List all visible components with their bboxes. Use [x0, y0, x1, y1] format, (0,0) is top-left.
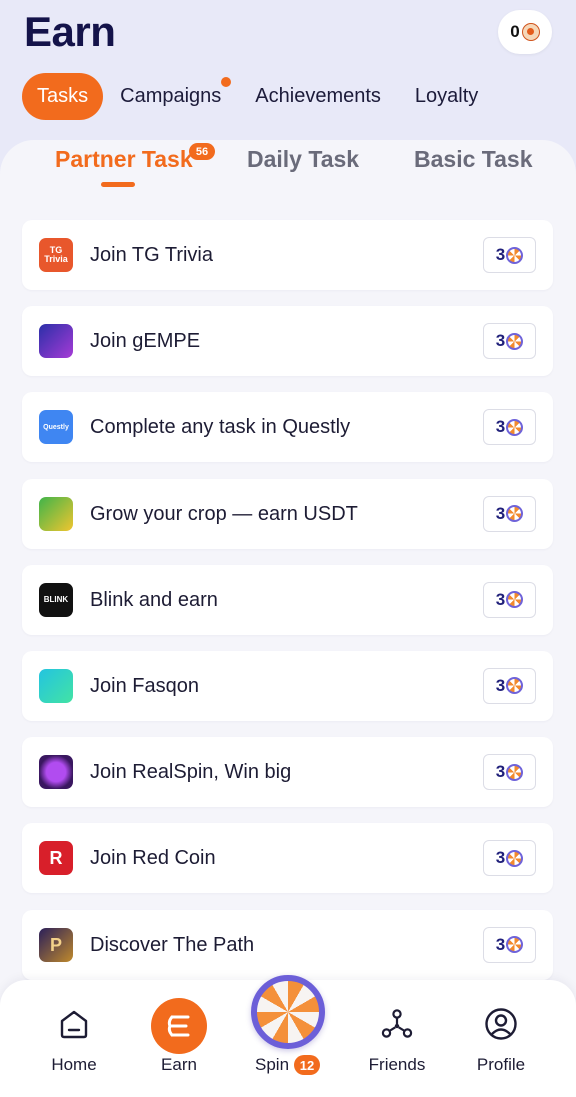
subtab-basic-task[interactable]: Basic Task — [414, 146, 532, 173]
realspin-icon — [39, 755, 73, 790]
tab-achievements[interactable]: Achievements — [238, 73, 398, 120]
earn-icon — [151, 998, 207, 1054]
blink-icon: BLINK — [39, 582, 73, 617]
tab-campaigns[interactable]: Campaigns — [103, 73, 238, 120]
notification-dot — [221, 77, 232, 87]
reward-badge: 3 — [483, 237, 536, 273]
spin-count-badge: 12 — [294, 1055, 321, 1075]
reward-badge: 3 — [483, 409, 536, 446]
tab-loyalty-label: Loyalty — [414, 85, 479, 107]
crop-icon — [39, 496, 73, 531]
reward-value: 3 — [495, 589, 506, 609]
tab-tasks-label: Tasks — [37, 85, 89, 107]
profile-icon — [485, 1008, 517, 1040]
task-label: Join RealSpin, Win big — [90, 761, 292, 784]
task-label: Blink and earn — [90, 588, 218, 611]
spin-wheel-icon — [506, 591, 524, 609]
nav-earn-label: Earn — [161, 1055, 197, 1074]
reward-value: 3 — [495, 503, 506, 523]
reward-badge: 3 — [483, 323, 536, 360]
task-label: Complete any task in Questly — [90, 416, 351, 439]
the-path-icon: P — [39, 927, 73, 962]
nav-home[interactable]: Home — [24, 980, 124, 1097]
subtab-partner-task[interactable]: Partner Task — [55, 146, 193, 173]
tab-tasks[interactable]: Tasks — [22, 73, 104, 120]
task-label: Join gEMPE — [90, 330, 201, 353]
balance-pill[interactable]: 0 — [498, 10, 552, 54]
home-icon — [60, 1010, 88, 1039]
subtab-daily-task[interactable]: Daily Task — [247, 146, 359, 173]
task-item[interactable]: Questly Complete any task in Questly 3 — [22, 392, 553, 463]
fasqon-icon — [39, 668, 73, 703]
tg-trivia-icon: TG Trivia — [39, 238, 73, 272]
nav-home-label: Home — [51, 1055, 97, 1074]
header: Earn 0 Tasks Campaigns Achievements Loya… — [0, 0, 576, 145]
nav-spin-label: Spin — [255, 1055, 290, 1074]
nav-profile-label: Profile — [476, 1055, 526, 1074]
nav-friends[interactable]: Friends — [347, 980, 447, 1097]
reward-badge: 3 — [483, 495, 536, 532]
task-item[interactable]: TG Trivia Join TG Trivia 3 — [22, 220, 553, 290]
tab-campaigns-label: Campaigns — [120, 85, 222, 107]
page-title: Earn — [24, 8, 116, 55]
spin-wheel-icon — [506, 505, 524, 523]
friends-icon — [381, 1009, 413, 1038]
reward-badge: 3 — [483, 754, 536, 791]
spin-wheel-button[interactable] — [251, 975, 325, 1049]
task-label: Join Red Coin — [90, 847, 216, 870]
reward-badge: 3 — [483, 667, 536, 704]
reward-badge: 3 — [483, 926, 536, 963]
spin-wheel-icon — [506, 677, 524, 695]
task-label: Discover The Path — [90, 933, 255, 956]
balance-value: 0 — [510, 22, 520, 41]
task-item[interactable]: Join gEMPE 3 — [22, 306, 553, 377]
task-item[interactable]: Join RealSpin, Win big 3 — [22, 737, 553, 808]
task-item[interactable]: R Join Red Coin 3 — [22, 823, 553, 894]
nav-friends-label: Friends — [368, 1055, 426, 1074]
reward-value: 3 — [495, 934, 506, 954]
tab-loyalty[interactable]: Loyalty — [398, 73, 495, 120]
task-item[interactable]: BLINK Blink and earn 3 — [22, 564, 553, 635]
coin-icon — [521, 23, 540, 41]
reward-badge: 3 — [483, 581, 536, 618]
reward-value: 3 — [495, 331, 506, 351]
task-label: Grow your crop — earn USDT — [90, 502, 358, 525]
spin-wheel-icon — [506, 936, 524, 953]
task-list: TG Trivia Join TG Trivia 3 Join gEMPE 3 … — [22, 220, 553, 996]
spin-wheel-icon — [506, 418, 524, 436]
top-tabs: Tasks Campaigns Achievements Loyalty — [22, 73, 495, 120]
reward-badge: 3 — [483, 840, 536, 877]
questly-icon: Questly — [39, 410, 73, 445]
gempe-icon — [39, 324, 73, 359]
reward-value: 3 — [495, 848, 506, 868]
reward-value: 3 — [495, 417, 506, 437]
nav-earn[interactable]: Earn — [129, 980, 229, 1097]
spin-wheel-icon — [506, 246, 524, 264]
spin-wheel-icon — [506, 849, 524, 867]
task-label: Join TG Trivia — [90, 244, 213, 266]
sub-tabs: Partner Task 56 Daily Task Basic Task — [0, 140, 576, 200]
task-item[interactable]: Join Fasqon 3 — [22, 650, 553, 721]
partner-task-badge: 56 — [189, 143, 215, 160]
active-subtab-indicator — [101, 182, 135, 187]
reward-value: 3 — [495, 762, 506, 782]
reward-value: 3 — [495, 675, 506, 695]
tab-achievements-label: Achievements — [255, 85, 381, 107]
task-item[interactable]: P Discover The Path 3 — [22, 909, 553, 980]
task-label: Join Fasqon — [90, 674, 199, 697]
nav-spin[interactable]: Spin 12 — [255, 1055, 321, 1075]
task-item[interactable]: Grow your crop — earn USDT 3 — [22, 478, 553, 549]
reward-value: 3 — [495, 245, 506, 264]
nav-profile[interactable]: Profile — [451, 980, 551, 1097]
spin-wheel-icon — [506, 332, 524, 350]
spin-wheel-icon — [506, 763, 524, 781]
task-panel: Partner Task 56 Daily Task Basic Task TG… — [0, 140, 576, 1097]
red-coin-icon: R — [39, 841, 73, 876]
